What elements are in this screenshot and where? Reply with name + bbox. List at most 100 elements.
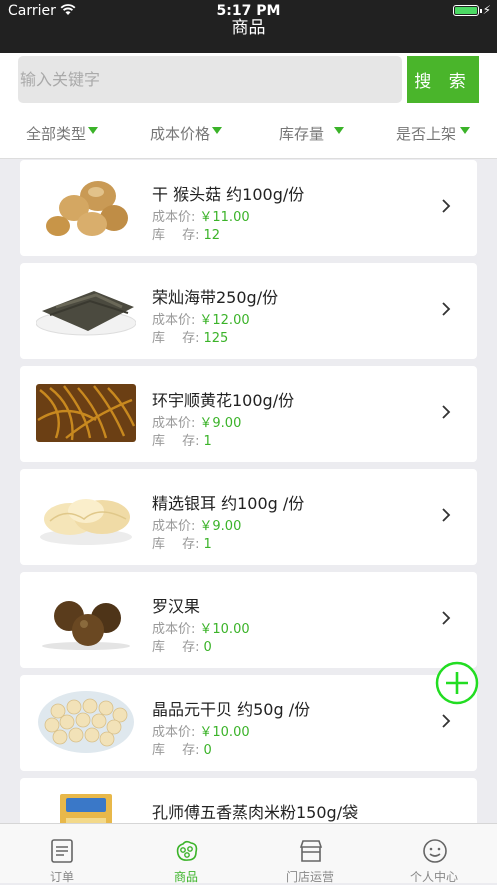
product-name: 精选银耳 约100g /份 xyxy=(152,494,305,513)
cost-label: 成本价: xyxy=(152,622,196,637)
stock-label: 库 存: xyxy=(152,537,200,552)
cost-label: 成本价: xyxy=(152,519,196,534)
filter-bar: 全部类型 成本价格 库存量 是否上架 xyxy=(0,107,497,159)
tab-label: 门店运营 xyxy=(285,870,334,884)
product-card[interactable]: 荣灿海带250g/份 成本价: ￥12.00 库 存: 125 xyxy=(20,263,477,359)
cost-line: 成本价: ￥10.00 xyxy=(152,721,250,740)
dropdown-triangle-icon xyxy=(460,127,471,134)
tab-bar: 订单 商品 门店运营 个人中心 xyxy=(0,823,497,884)
cost-value: ￥10.00 xyxy=(199,622,250,637)
battery-icon xyxy=(453,5,482,16)
cost-value: ￥12.00 xyxy=(199,313,250,328)
product-name: 荣灿海带250g/份 xyxy=(152,288,279,307)
filter-cost-price[interactable]: 成本价格 xyxy=(150,123,223,144)
stock-value: 1 xyxy=(203,537,212,552)
stock-value: 12 xyxy=(203,228,221,243)
filter-label: 是否上架 xyxy=(396,125,457,143)
order-icon xyxy=(51,839,73,863)
tab-label: 订单 xyxy=(49,870,74,884)
daylily-image xyxy=(36,384,136,442)
tab-goods[interactable]: 商品 xyxy=(124,824,248,884)
mushroom-image xyxy=(46,181,128,236)
tab-label: 个人中心 xyxy=(409,870,458,884)
dropdown-triangle-icon xyxy=(334,127,345,134)
add-product-button[interactable] xyxy=(435,661,479,705)
filter-label: 成本价格 xyxy=(150,125,211,143)
product-card[interactable]: 孔师傅五香蒸肉米粉150g/袋 xyxy=(20,778,477,823)
cost-value: ￥10.00 xyxy=(199,725,250,740)
product-card[interactable]: 罗汉果 成本价: ￥10.00 库 存: 0 xyxy=(20,572,477,668)
page-title: 商品 xyxy=(231,18,266,38)
tab-store-operations[interactable]: 门店运营 xyxy=(248,824,372,884)
rice-powder-image xyxy=(60,794,112,823)
stock-value: 125 xyxy=(203,331,229,346)
filter-stock[interactable]: 库存量 xyxy=(279,123,345,144)
product-card[interactable]: 环宇顺黄花100g/份 成本价: ￥9.00 库 存: 1 xyxy=(20,366,477,462)
stock-label: 库 存: xyxy=(152,640,200,655)
product-name: 环宇顺黄花100g/份 xyxy=(152,391,295,410)
chevron-right-icon xyxy=(442,714,451,728)
cost-label: 成本价: xyxy=(152,416,196,431)
dropdown-triangle-icon xyxy=(88,127,99,134)
product-name: 晶品元干贝 约50g /份 xyxy=(152,700,311,719)
stock-line: 库 存: 0 xyxy=(152,636,212,655)
search-button[interactable]: 搜 索 xyxy=(407,56,479,103)
cost-label: 成本价: xyxy=(152,313,196,328)
stock-line: 库 存: 1 xyxy=(152,430,212,449)
product-name: 干 猴头菇 约100g/份 xyxy=(152,185,305,204)
chevron-right-icon xyxy=(442,405,451,419)
chevron-right-icon xyxy=(442,302,451,316)
tab-profile[interactable]: 个人中心 xyxy=(372,824,496,884)
cost-line: 成本价: ￥12.00 xyxy=(152,309,250,328)
stock-line: 库 存: 1 xyxy=(152,533,212,552)
chevron-right-icon xyxy=(442,508,451,522)
filter-on-shelf[interactable]: 是否上架 xyxy=(396,123,471,144)
stock-value: 0 xyxy=(203,640,212,655)
profile-icon xyxy=(423,839,447,863)
product-card[interactable]: 干 猴头菇 约100g/份 成本价: ￥11.00 库 存: 12 xyxy=(20,160,477,256)
stock-label: 库 存: xyxy=(152,331,200,346)
status-bar: Carrier 5:17 PM ⚡ xyxy=(0,0,497,20)
product-card[interactable]: 精选银耳 约100g /份 成本价: ￥9.00 库 存: 1 xyxy=(20,469,477,565)
cost-value: ￥9.00 xyxy=(199,519,242,534)
cost-value: ￥9.00 xyxy=(199,416,242,431)
filter-label: 全部类型 xyxy=(26,125,87,143)
product-list[interactable]: 干 猴头菇 约100g/份 成本价: ￥11.00 库 存: 12 荣灿海带250g… xyxy=(0,160,497,823)
nav-bar: 商品 xyxy=(0,20,497,53)
tab-orders[interactable]: 订单 xyxy=(0,824,124,884)
stock-value: 1 xyxy=(203,434,212,449)
status-time: 5:17 PM xyxy=(216,3,281,19)
cost-label: 成本价: xyxy=(152,210,196,225)
stock-line: 库 存: 12 xyxy=(152,224,220,243)
stock-label: 库 存: xyxy=(152,228,200,243)
chevron-right-icon xyxy=(442,199,451,213)
cost-line: 成本价: ￥11.00 xyxy=(152,206,250,225)
chevron-right-icon xyxy=(442,611,451,625)
cost-line: 成本价: ￥9.00 xyxy=(152,412,241,431)
filter-category[interactable]: 全部类型 xyxy=(26,123,99,144)
cost-line: 成本价: ￥9.00 xyxy=(152,515,241,534)
stock-value: 0 xyxy=(203,743,212,758)
kelp-image xyxy=(36,291,136,336)
scallop-image xyxy=(38,691,134,753)
store-icon xyxy=(299,840,323,862)
monk-fruit-image xyxy=(42,601,130,650)
product-card[interactable]: 晶品元干贝 约50g /份 成本价: ￥10.00 库 存: 0 xyxy=(20,675,477,771)
white-fungus-image xyxy=(40,499,132,545)
cost-value: ￥11.00 xyxy=(199,210,250,225)
stock-label: 库 存: xyxy=(152,743,200,758)
search-row: 搜 索 xyxy=(0,53,497,107)
goods-icon xyxy=(176,840,198,861)
cost-label: 成本价: xyxy=(152,725,196,740)
filter-label: 库存量 xyxy=(279,125,325,143)
product-name: 罗汉果 xyxy=(152,597,201,616)
dropdown-triangle-icon xyxy=(212,127,223,134)
tab-label: 商品 xyxy=(173,870,198,884)
search-input[interactable] xyxy=(18,56,402,103)
product-name: 孔师傅五香蒸肉米粉150g/袋 xyxy=(152,803,359,822)
stock-line: 库 存: 0 xyxy=(152,739,212,758)
charging-icon: ⚡ xyxy=(482,3,491,17)
cost-line: 成本价: ￥10.00 xyxy=(152,618,250,637)
stock-label: 库 存: xyxy=(152,434,200,449)
stock-line: 库 存: 125 xyxy=(152,327,228,346)
